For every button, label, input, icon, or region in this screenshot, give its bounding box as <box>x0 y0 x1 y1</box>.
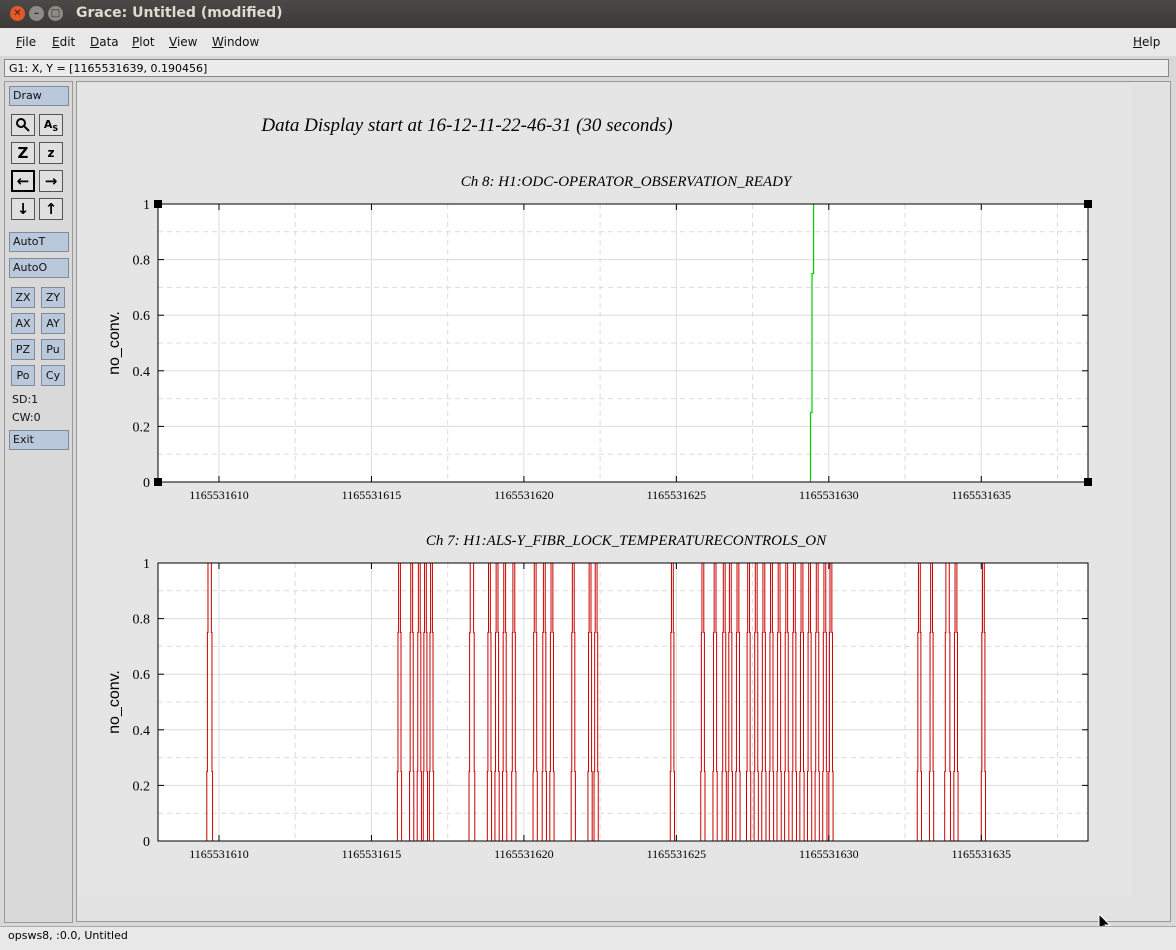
autoscale-icon[interactable]: AS <box>39 114 63 136</box>
plot-canvas-frame <box>76 81 1171 922</box>
set-count-label: SD:1 <box>12 393 39 406</box>
zoom-icon[interactable] <box>11 114 35 136</box>
pu-button[interactable]: Pu <box>41 339 65 360</box>
window-titlebar: ✕ – □ Grace: Untitled (modified) <box>0 0 1176 28</box>
window-title: Grace: Untitled (modified) <box>76 5 283 21</box>
ay-button[interactable]: AY <box>41 313 65 334</box>
pan-down-icon[interactable]: ↓ <box>11 198 35 220</box>
menu-data[interactable]: Data <box>90 35 119 49</box>
exit-button[interactable]: Exit <box>9 430 69 450</box>
current-world-label: CW:0 <box>12 411 41 424</box>
pz-button[interactable]: PZ <box>11 339 35 360</box>
menu-file[interactable]: File <box>16 35 36 49</box>
pan-right-icon[interactable]: → <box>39 170 63 192</box>
ax-button[interactable]: AX <box>11 313 35 334</box>
menu-plot[interactable]: Plot <box>132 35 155 49</box>
menu-window[interactable]: Window <box>212 35 259 49</box>
tool-panel: Draw AS Z z ← → ↓ ↑ AutoT AutoO ZX ZY AX… <box>4 81 73 923</box>
menu-help[interactable]: Help <box>1133 35 1160 49</box>
status-bar: opsws8, :0.0, Untitled <box>0 926 1176 950</box>
zy-button[interactable]: ZY <box>41 287 65 308</box>
zoom-in-z-icon[interactable]: Z <box>11 142 35 164</box>
menubar: File Edit Data Plot View Window Help <box>0 28 1176 56</box>
autoo-button[interactable]: AutoO <box>9 258 69 278</box>
locator-bar: G1: X, Y = [1165531639, 0.190456] <box>4 59 1169 77</box>
minimize-window-button[interactable]: – <box>29 6 44 21</box>
menu-view[interactable]: View <box>169 35 197 49</box>
draw-button[interactable]: Draw <box>9 86 69 106</box>
zx-button[interactable]: ZX <box>11 287 35 308</box>
zoom-out-z-icon[interactable]: z <box>39 142 63 164</box>
menu-edit[interactable]: Edit <box>52 35 75 49</box>
cy-button[interactable]: Cy <box>41 365 65 386</box>
maximize-window-button[interactable]: □ <box>48 6 63 21</box>
pan-left-icon[interactable]: ← <box>11 170 35 192</box>
po-button[interactable]: Po <box>11 365 35 386</box>
pan-up-icon[interactable]: ↑ <box>39 198 63 220</box>
autot-button[interactable]: AutoT <box>9 232 69 252</box>
close-window-button[interactable]: ✕ <box>10 6 25 21</box>
